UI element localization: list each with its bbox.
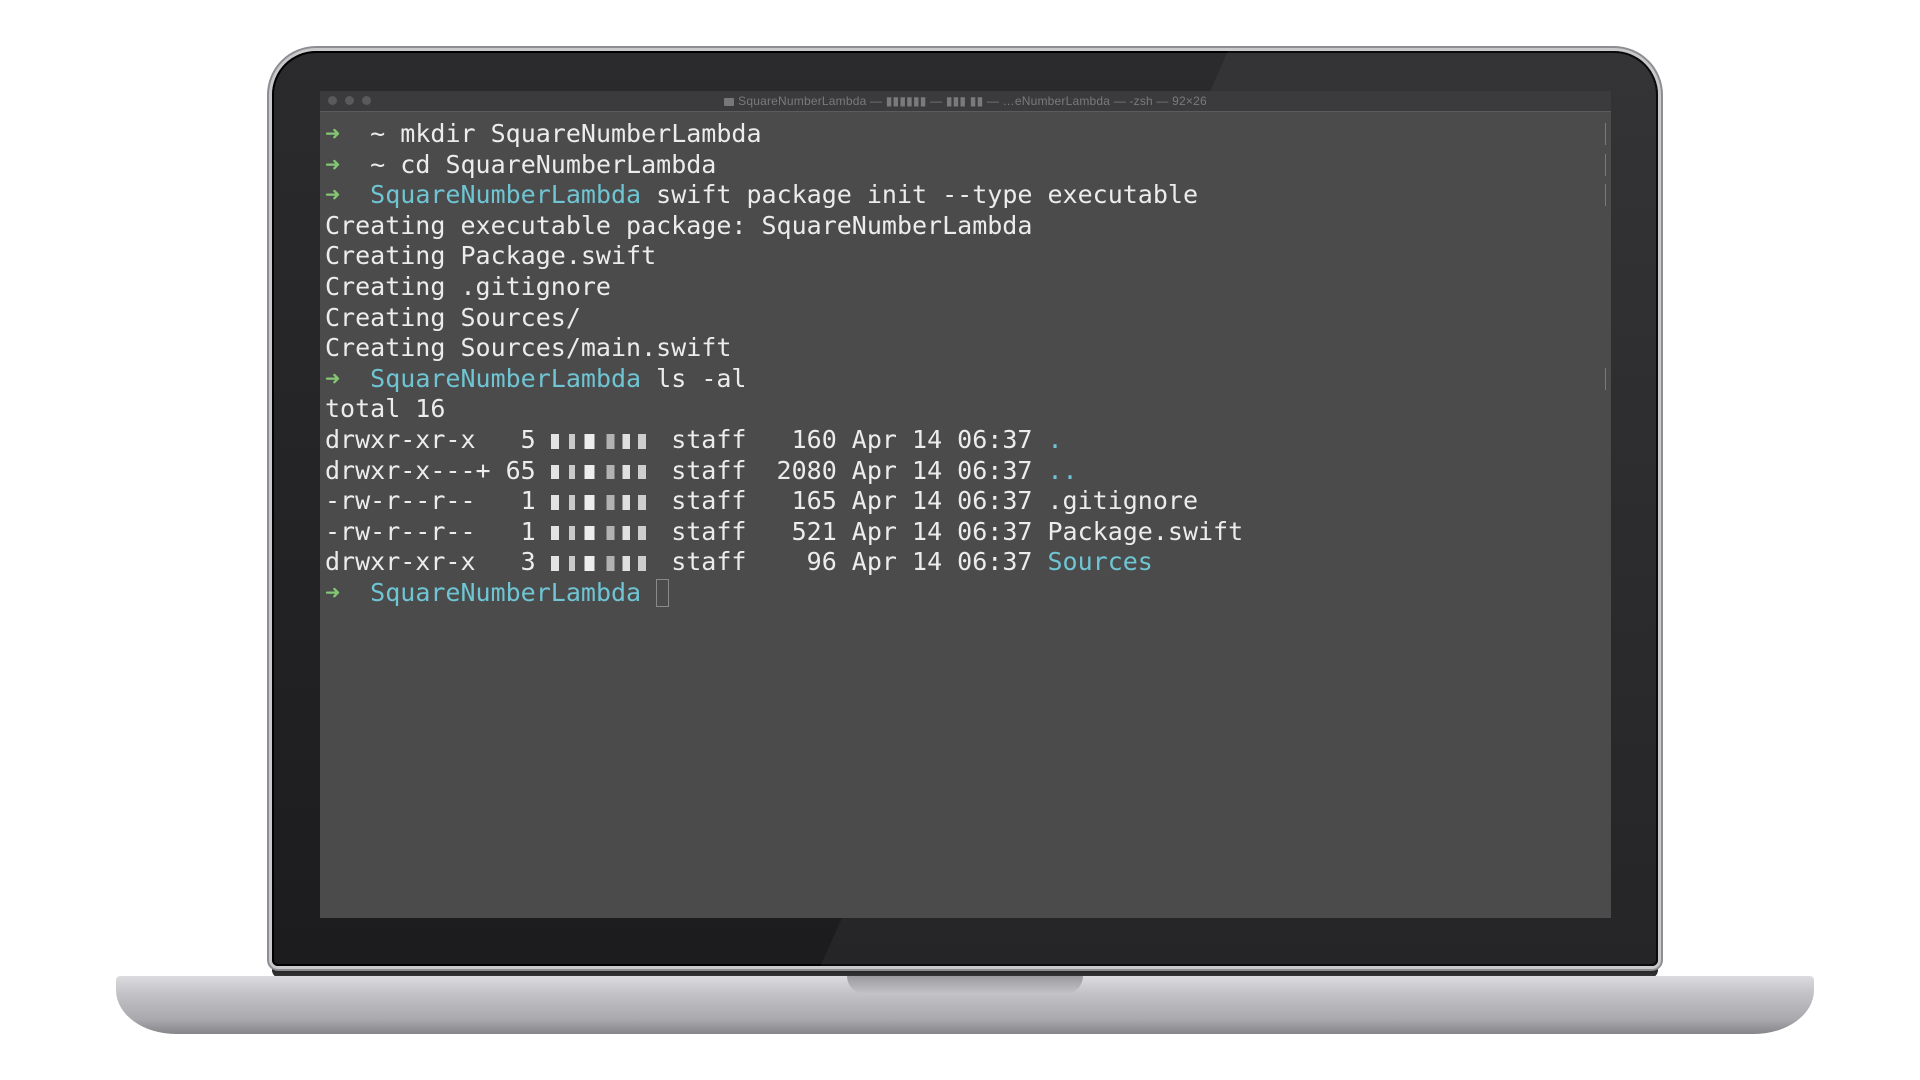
listing-name: .. (1047, 455, 1078, 485)
prompt-arrow-icon: ➜ (325, 119, 341, 148)
scroll-mark (1605, 184, 1606, 207)
listing-perms: drwxr-xr-x 5 (325, 424, 536, 454)
listing-details: staff 165 Apr 14 06:37 (656, 486, 1048, 516)
output-line: Creating executable package: SquareNumbe… (325, 211, 1601, 242)
folder-icon (724, 97, 735, 106)
prompt-directory: ~ (370, 119, 386, 148)
screen: SquareNumberLambda — ▮▮▮▮▮▮ — ▮▮▮ ▮▮ — …… (320, 91, 1611, 918)
scroll-mark (1605, 123, 1606, 145)
output-line: Creating Sources/ (325, 303, 1601, 334)
listing-row: -rw-r--r-- 1 staff 165 Apr 14 06:37 .git… (325, 486, 1601, 517)
listing-perms: -rw-r--r-- 1 (325, 486, 536, 516)
listing-perms: drwxr-x---+ 65 (325, 455, 536, 485)
scroll-mark (1605, 153, 1606, 176)
prompt-arrow-icon: ➜ (325, 577, 341, 607)
prompt-line: ➜ SquareNumberLambda (325, 578, 1601, 609)
listing-row: drwxr-x---+ 65 staff 2080 Apr 14 06:37 .… (325, 456, 1601, 487)
command-text: mkdir SquareNumberLambda (385, 119, 762, 148)
prompt-directory: SquareNumberLambda (370, 577, 642, 607)
listing-details: staff 2080 Apr 14 06:37 (656, 455, 1048, 485)
laptop-lid: SquareNumberLambda — ▮▮▮▮▮▮ — ▮▮▮ ▮▮ — …… (272, 51, 1658, 966)
window-title-text: SquareNumberLambda — ▮▮▮▮▮▮ — ▮▮▮ ▮▮ — …… (738, 94, 1207, 108)
listing-details: staff 160 Apr 14 06:37 (656, 424, 1048, 454)
output-line: Creating Package.swift (325, 241, 1601, 272)
laptop-opening-notch (847, 976, 1083, 994)
terminal-titlebar[interactable]: SquareNumberLambda — ▮▮▮▮▮▮ — ▮▮▮ ▮▮ — …… (320, 91, 1611, 112)
prompt-line: ➜ SquareNumberLambda swift package init … (325, 180, 1606, 211)
output-text: Creating .gitignore (325, 271, 611, 301)
command-text: ls -al (641, 363, 747, 393)
output-line: Creating Sources/main.swift (325, 333, 1601, 364)
listing-perms: drwxr-xr-x 3 (325, 547, 536, 577)
listing-name: Sources (1047, 547, 1153, 577)
listing-perms: -rw-r--r-- 1 (325, 516, 536, 546)
output-text: Creating Package.swift (325, 241, 657, 271)
output-line: total 16 (325, 394, 1601, 425)
prompt-arrow-icon: ➜ (325, 180, 341, 210)
command-text: swift package init --type executable (641, 180, 1199, 210)
prompt-line: ➜ SquareNumberLambda ls -al (325, 363, 1606, 395)
output-text: total 16 (325, 394, 446, 424)
scroll-mark (1605, 367, 1606, 390)
output-text: Creating Sources/ (325, 302, 581, 332)
prompt-arrow-icon: ➜ (325, 149, 341, 179)
output-text: Creating executable package: SquareNumbe… (325, 210, 1033, 240)
command-text: cd SquareNumberLambda (385, 149, 717, 179)
listing-details: staff 96 Apr 14 06:37 (656, 547, 1048, 577)
prompt-directory: ~ (370, 149, 386, 179)
terminal-cursor (656, 578, 670, 607)
listing-row: drwxr-xr-x 5 staff 160 Apr 14 06:37 . (325, 425, 1601, 456)
prompt-arrow-icon: ➜ (325, 363, 341, 393)
listing-name: Package.swift (1047, 516, 1244, 546)
output-text: Creating Sources/main.swift (325, 333, 732, 363)
prompt-directory: SquareNumberLambda (370, 363, 642, 393)
redacted-owner (550, 456, 656, 487)
output-line: Creating .gitignore (325, 272, 1601, 303)
redacted-owner (550, 486, 656, 517)
redacted-owner (550, 517, 656, 548)
redacted-owner (550, 425, 656, 456)
terminal-output[interactable]: ➜ ~ mkdir SquareNumberLambda ➜ ~ cd Squar… (325, 119, 1606, 609)
listing-row: -rw-r--r-- 1 staff 521 Apr 14 06:37 Pack… (325, 517, 1601, 548)
redacted-owner (550, 547, 656, 578)
listing-details: staff 521 Apr 14 06:37 (656, 516, 1048, 546)
listing-name: .gitignore (1047, 486, 1198, 516)
laptop-mockup: SquareNumberLambda — ▮▮▮▮▮▮ — ▮▮▮ ▮▮ — …… (0, 0, 1920, 1080)
prompt-line: ➜ ~ mkdir SquareNumberLambda (325, 119, 1606, 150)
listing-name: . (1047, 424, 1063, 454)
prompt-directory: SquareNumberLambda (370, 180, 642, 210)
window-title: SquareNumberLambda — ▮▮▮▮▮▮ — ▮▮▮ ▮▮ — …… (320, 94, 1611, 108)
listing-row: drwxr-xr-x 3 staff 96 Apr 14 06:37 Sourc… (325, 547, 1601, 578)
prompt-line: ➜ ~ cd SquareNumberLambda (325, 149, 1606, 181)
